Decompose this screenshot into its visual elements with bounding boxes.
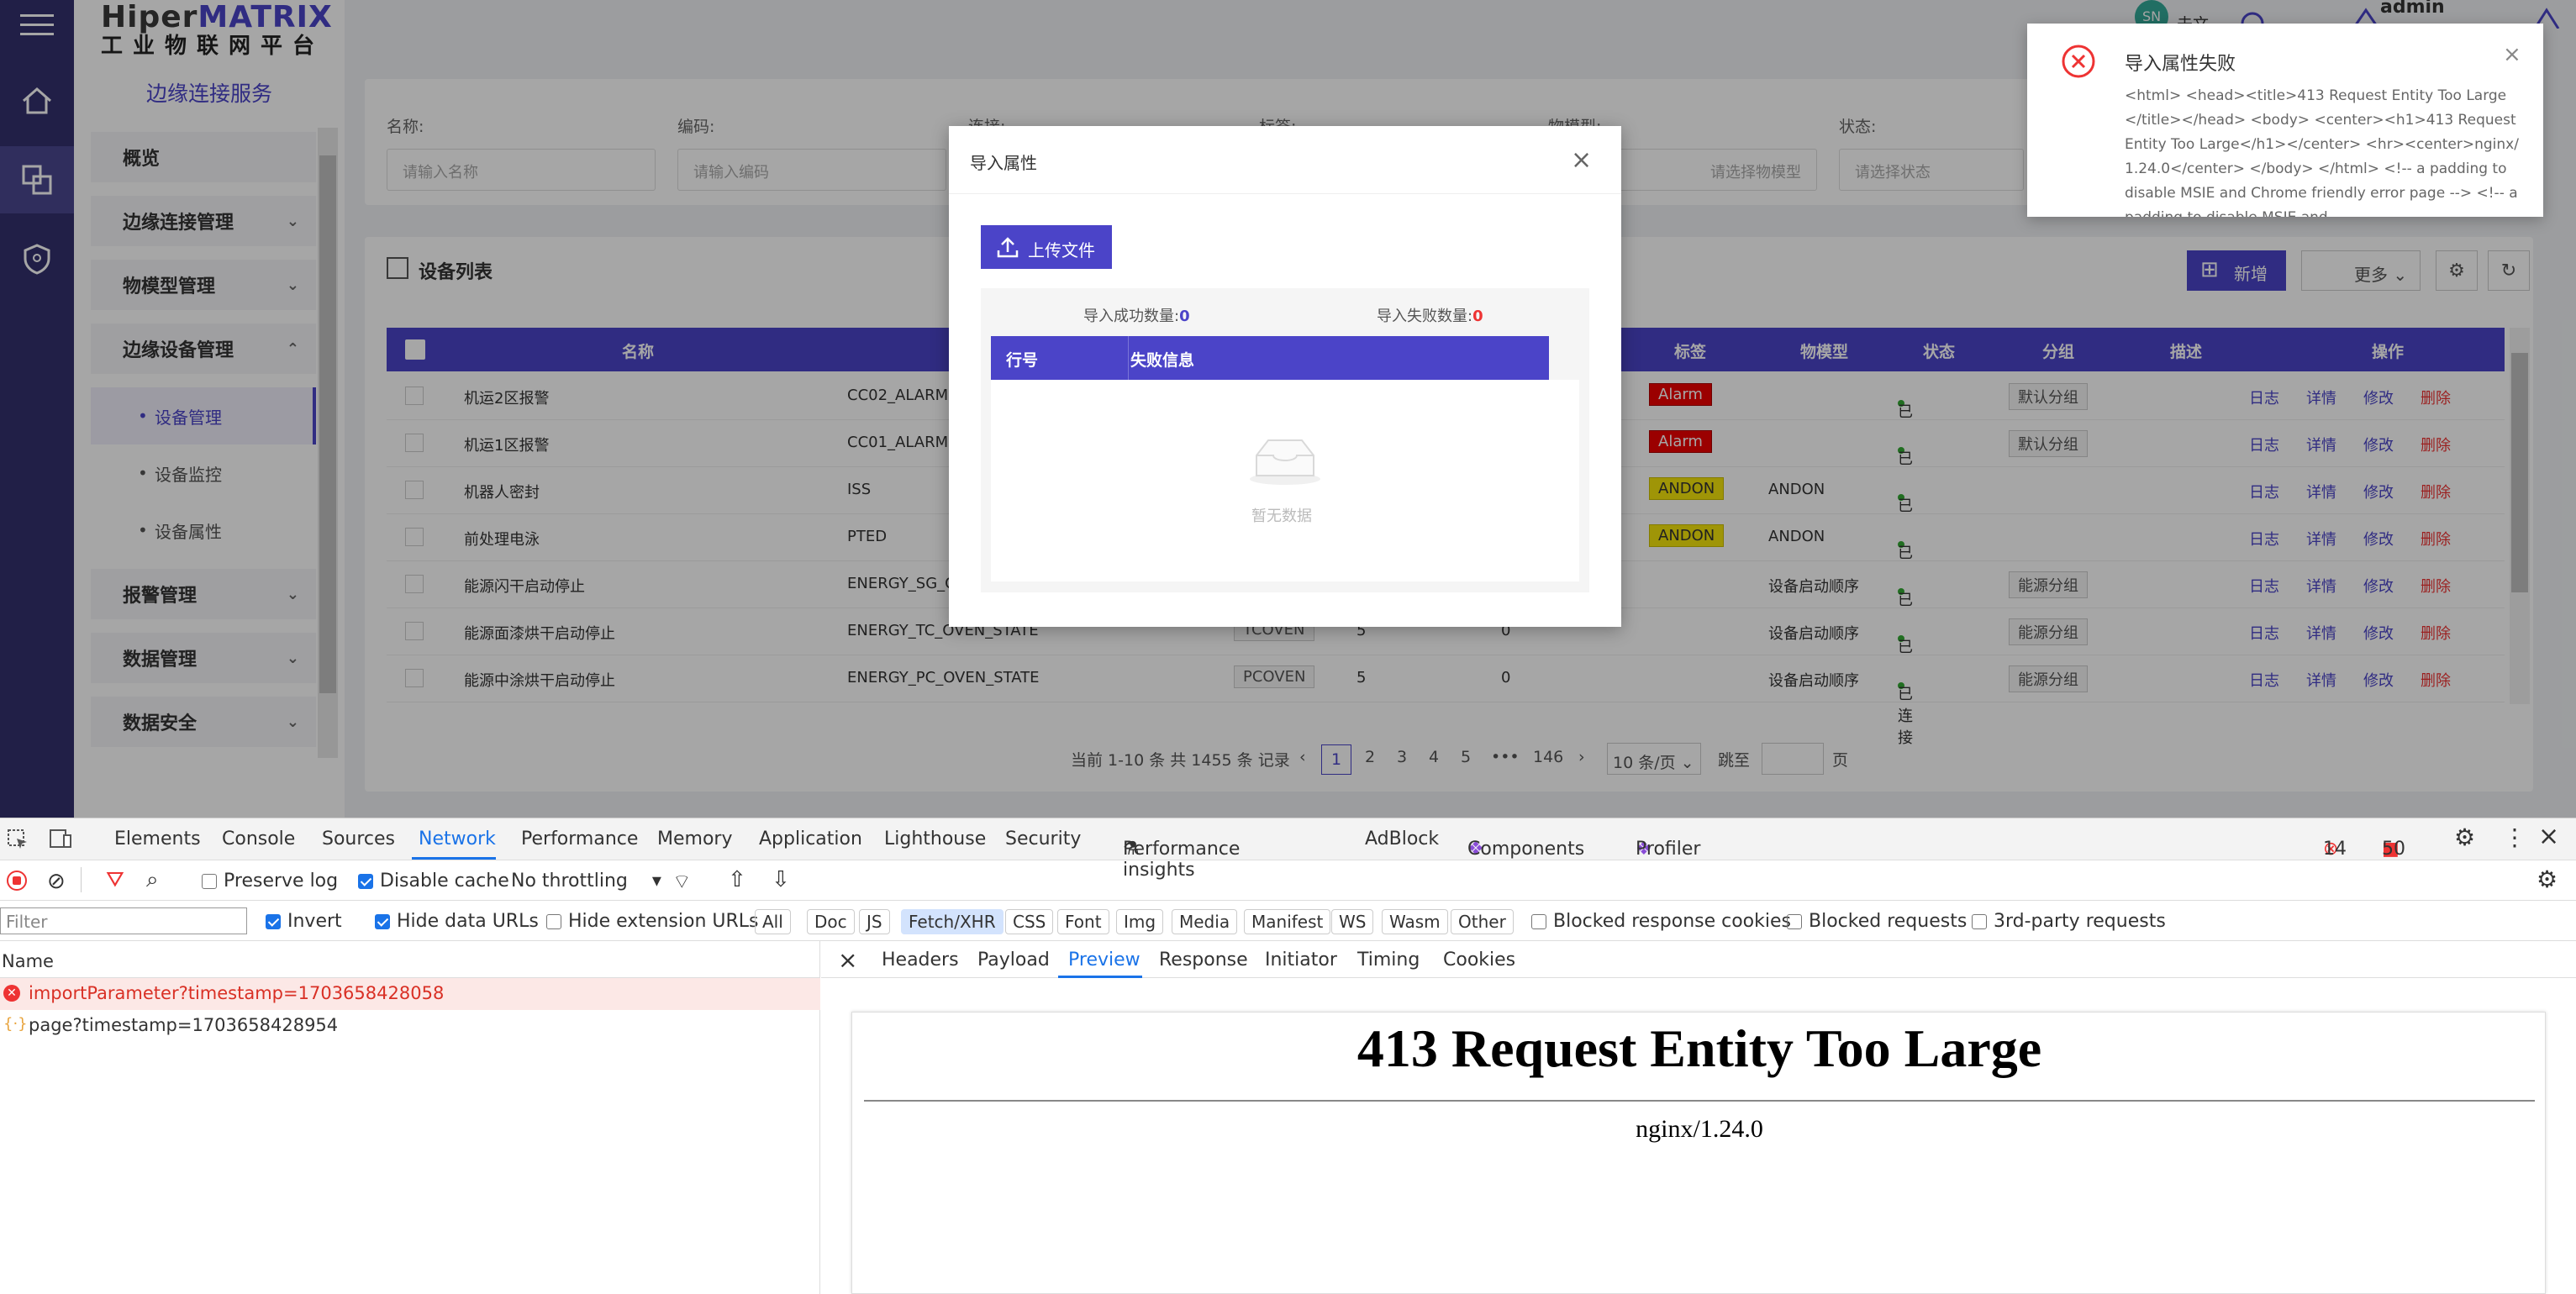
tab-application[interactable]: Application: [759, 828, 862, 850]
type-css[interactable]: CSS: [1005, 909, 1054, 934]
empty-icon: [1248, 437, 1322, 486]
fail-count: 导入失败数量:0: [1377, 308, 1483, 325]
filter-icon[interactable]: ⛛: [106, 867, 124, 893]
more-options-icon[interactable]: ⋮: [2503, 823, 2526, 851]
tab-headers[interactable]: Headers: [882, 949, 959, 970]
type-manifest[interactable]: Manifest: [1244, 909, 1331, 934]
type-all[interactable]: All: [755, 909, 791, 934]
filter-input[interactable]: Filter: [0, 907, 247, 934]
preview-server: nginx/1.24.0: [1636, 1115, 1763, 1143]
disable-cache-checkbox[interactable]: Disable cache: [358, 871, 509, 892]
network-settings-icon[interactable]: ⚙: [2536, 865, 2558, 893]
error-icon: ✕: [3, 985, 20, 1002]
request-row[interactable]: {·} page?timestamp=1703658428954: [0, 1010, 820, 1042]
type-other[interactable]: Other: [1451, 909, 1514, 934]
type-ws[interactable]: WS: [1331, 909, 1374, 934]
type-media[interactable]: Media: [1172, 909, 1238, 934]
request-row[interactable]: ✕ importParameter?timestamp=170365842805…: [0, 978, 820, 1010]
devtools-tabs: Elements Console Sources Network Perform…: [0, 818, 2576, 881]
type-fetch-xhr[interactable]: Fetch/XHR: [901, 909, 1004, 934]
type-js[interactable]: JS: [859, 909, 890, 934]
import-har-icon[interactable]: ⇧: [728, 867, 746, 892]
tab-memory[interactable]: Memory: [657, 828, 732, 850]
fetch-icon: {·}: [3, 1015, 28, 1033]
tab-elements[interactable]: Elements: [114, 828, 201, 850]
result-table-header: 行号 失败信息: [991, 336, 1549, 380]
success-count: 导入成功数量:0: [1083, 308, 1190, 325]
settings-icon[interactable]: ⚙: [2454, 823, 2475, 851]
tab-sources[interactable]: Sources: [322, 828, 395, 850]
flask-icon: ⚗: [1123, 839, 1140, 860]
invert-checkbox[interactable]: Invert: [266, 911, 342, 932]
tab-security[interactable]: Security: [1005, 828, 1081, 850]
close-icon[interactable]: ×: [2538, 822, 2559, 851]
tab-preview[interactable]: Preview: [1068, 949, 1140, 970]
blocked-response-cookies-checkbox[interactable]: Blocked response cookies: [1531, 911, 1791, 932]
close-icon[interactable]: ×: [838, 946, 857, 974]
network-conditions-icon[interactable]: ⌔: [672, 869, 692, 894]
third-party-requests-checkbox[interactable]: 3rd-party requests: [1972, 911, 2166, 932]
name-column-header[interactable]: Name: [0, 941, 820, 978]
network-toolbar: ⊘ ⛛ ⌕ Preserve log Disable cache No thro…: [0, 860, 2576, 901]
error-icon: [2062, 45, 2095, 78]
preview-frame: 413 Request Entity Too Large nginx/1.24.…: [851, 1012, 2546, 1294]
hide-data-urls-checkbox[interactable]: Hide data URLs: [375, 911, 539, 932]
error-notification: 导入属性失败 × <html> <head><title>413 Request…: [2027, 24, 2543, 217]
search-icon[interactable]: ⌕: [146, 867, 159, 893]
notification-body: <html> <head><title>413 Request Entity T…: [2125, 87, 2519, 217]
device-toolbar-icon[interactable]: [49, 828, 72, 850]
filter-bar: Filter Invert Hide data URLs Hide extens…: [0, 901, 2576, 941]
tab-cookies[interactable]: Cookies: [1443, 949, 1515, 970]
import-dialog: 导入属性 × 上传文件 导入成功数量:0 导入失败数量:0 行号 失败信息 暂无…: [949, 126, 1621, 627]
detail-tabs: × Headers Payload Preview Response Initi…: [821, 941, 2576, 978]
devtools-panel: Elements Console Sources Network Perform…: [0, 818, 2576, 1294]
empty-text: 暂无数据: [1251, 508, 1312, 525]
preview-heading: 413 Request Entity Too Large: [1356, 1018, 2042, 1078]
tab-console[interactable]: Console: [222, 828, 295, 850]
inspect-icon[interactable]: [7, 828, 29, 850]
type-doc[interactable]: Doc: [807, 909, 855, 934]
hide-extension-urls-checkbox[interactable]: Hide extension URLs: [546, 911, 759, 932]
tab-network[interactable]: Network: [419, 828, 496, 850]
type-font[interactable]: Font: [1057, 909, 1109, 934]
dialog-title: 导入属性: [970, 153, 1037, 173]
tab-payload[interactable]: Payload: [977, 949, 1050, 970]
tab-response[interactable]: Response: [1159, 949, 1248, 970]
preserve-log-checkbox[interactable]: Preserve log: [202, 871, 338, 892]
tab-lighthouse[interactable]: Lighthouse: [884, 828, 986, 850]
throttling-select[interactable]: No throttling ▾: [511, 871, 661, 892]
type-wasm[interactable]: Wasm: [1382, 909, 1448, 934]
export-har-icon[interactable]: ⇩: [772, 867, 790, 892]
type-img[interactable]: Img: [1116, 909, 1164, 934]
upload-button[interactable]: 上传文件: [981, 225, 1112, 269]
upload-icon: [997, 237, 1019, 258]
close-icon[interactable]: ×: [2503, 42, 2521, 67]
tab-network-underline: [412, 857, 496, 860]
blocked-requests-checkbox[interactable]: Blocked requests: [1787, 911, 1967, 932]
close-icon[interactable]: ×: [1571, 148, 1592, 173]
request-list: Name ✕ importParameter?timestamp=1703658…: [0, 941, 820, 1294]
tab-timing[interactable]: Timing: [1357, 949, 1420, 970]
notification-title: 导入属性失败: [2125, 54, 2236, 75]
app-window: HiperMATRIX 工业物联网平台 边缘连接服务 概览 边缘连接管理 ⌄ 物模…: [0, 0, 2576, 818]
tab-performance[interactable]: Performance: [521, 828, 638, 850]
tab-adblock[interactable]: AdBlock: [1365, 828, 1439, 850]
preview-divider: [864, 1100, 2535, 1102]
record-icon[interactable]: [7, 871, 27, 891]
tab-initiator[interactable]: Initiator: [1265, 949, 1337, 970]
clear-icon[interactable]: ⊘: [47, 869, 66, 894]
